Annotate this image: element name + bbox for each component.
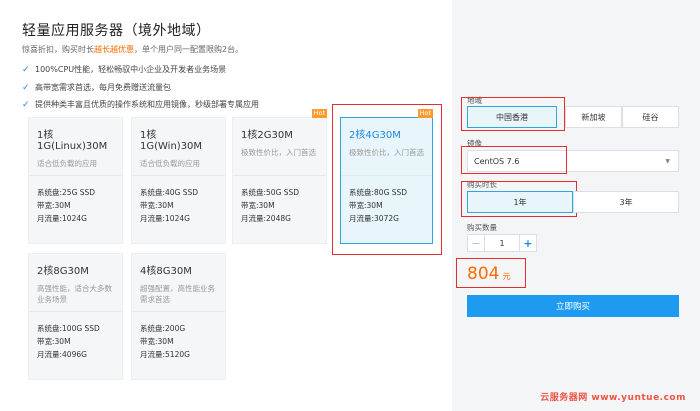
- plan-bandwidth: 带宽:30M: [349, 201, 383, 210]
- promo-text-pre: 惊喜折扣，购买时长: [22, 45, 94, 54]
- region-option-hongkong[interactable]: 中国香港: [467, 106, 557, 128]
- plan-panel: 轻量应用服务器（境外地域） 惊喜折扣，购买时长越长越优惠，单个用户同一配置限购2…: [0, 0, 452, 411]
- chevron-down-icon: ▼: [665, 158, 670, 165]
- page-title: 轻量应用服务器（境外地域）: [22, 23, 211, 39]
- plan-disk: 系统盘:50G SSD: [241, 188, 300, 197]
- promo-highlight: 越长越优惠: [94, 45, 134, 54]
- divider: [341, 175, 432, 176]
- plan-traffic: 月流量:1024G: [140, 214, 190, 223]
- plan-disk: 系统盘:80G SSD: [349, 188, 408, 197]
- duration-option-1y[interactable]: 1年: [467, 191, 573, 213]
- plan-disk: 系统盘:25G SSD: [37, 188, 96, 197]
- quantity-value[interactable]: 1: [485, 234, 519, 252]
- plan-card-1c1g-linux[interactable]: 1核1G(Linux)30M 适合低负载的应用 系统盘:25G SSD 带宽:30M…: [28, 117, 123, 244]
- feature-text: 提供种类丰富且优质的操作系统和应用镜像，秒级部署专属应用: [35, 100, 259, 109]
- plan-card-2c4g[interactable]: Hot 2核4G30M 极致性价比，入门首选 系统盘:80G SSD 带宽:30M 月…: [340, 109, 433, 244]
- promo-subtitle: 惊喜折扣，购买时长越长越优惠，单个用户同一配置限购2台。: [22, 44, 243, 55]
- plan-disk: 系统盘:40G SSD: [140, 188, 199, 197]
- divider: [132, 311, 225, 312]
- buy-now-button[interactable]: 立即购买: [467, 295, 679, 317]
- plan-name: 1核2G30M: [241, 130, 293, 141]
- plan-desc: 适合低负载的应用: [140, 159, 200, 168]
- plan-name: 2核4G30M: [349, 130, 401, 141]
- plan-card-2c8g[interactable]: 2核8G30M 高强性能，适合大多数业务场景 系统盘:100G SSD 带宽:30M…: [28, 253, 123, 380]
- plan-bandwidth: 带宽:30M: [241, 201, 275, 210]
- minus-icon[interactable]: −: [467, 234, 485, 252]
- plan-card-1c2g[interactable]: Hot 1核2G30M 极致性价比，入门首选 系统盘:50G SSD 带宽:30M 月…: [232, 109, 327, 244]
- plan-bandwidth: 带宽:30M: [140, 337, 174, 346]
- plan-name: 1核1G(Linux)30M: [37, 130, 108, 152]
- hot-badge: Hot: [417, 109, 433, 118]
- plan-bandwidth: 带宽:30M: [37, 201, 71, 210]
- plan-desc: 高强性能，适合大多数业务场景: [37, 284, 112, 304]
- plan-desc: 适合低负载的应用: [37, 159, 97, 168]
- price-unit: 元: [502, 272, 511, 281]
- feature-item: ✓ 提供种类丰富且优质的操作系统和应用镜像，秒级部署专属应用: [22, 99, 259, 110]
- feature-text: 100%CPU性能，轻松畅驭中小企业及开发者业务场景: [35, 65, 227, 74]
- plan-traffic: 月流量:2048G: [241, 214, 291, 223]
- divider: [132, 175, 225, 176]
- plan-name: 4核8G30M: [140, 266, 192, 277]
- check-icon: ✓: [22, 82, 30, 93]
- feature-item: ✓ 高带宽需求首选，每月免费赠送流量包: [22, 82, 171, 93]
- plan-disk: 系统盘:100G SSD: [37, 324, 100, 333]
- plan-desc: 超强配置，高性能业务需求首选: [140, 284, 215, 304]
- duration-option-3y[interactable]: 3年: [573, 191, 679, 213]
- page: 轻量应用服务器（境外地域） 惊喜折扣，购买时长越长越优惠，单个用户同一配置限购2…: [0, 0, 700, 411]
- plan-traffic: 月流量:1024G: [37, 214, 87, 223]
- promo-text-post: ，单个用户同一配置限购2台。: [134, 45, 244, 54]
- divider: [29, 175, 122, 176]
- quantity-label: 购买数量: [467, 223, 497, 232]
- divider: [29, 311, 122, 312]
- plan-name: 1核1G(Win)30M: [140, 130, 203, 152]
- check-icon: ✓: [22, 64, 30, 75]
- region-option-singapore[interactable]: 新加坡: [565, 106, 622, 128]
- plan-traffic: 月流量:4096G: [37, 350, 87, 359]
- plan-traffic: 月流量:5120G: [140, 350, 190, 359]
- plus-icon[interactable]: +: [519, 234, 537, 252]
- divider: [233, 175, 326, 176]
- feature-item: ✓ 100%CPU性能，轻松畅驭中小企业及开发者业务场景: [22, 64, 226, 75]
- feature-text: 高带宽需求首选，每月免费赠送流量包: [35, 83, 171, 92]
- price-value: 804: [467, 264, 500, 284]
- plan-name: 2核8G30M: [37, 266, 89, 277]
- plan-bandwidth: 带宽:30M: [37, 337, 71, 346]
- plan-desc: 极致性价比，入门首选: [241, 148, 316, 157]
- watermark: 云服务器网 www.yuntue.com: [540, 393, 686, 403]
- plan-traffic: 月流量:3072G: [349, 214, 399, 223]
- plan-card-4c8g[interactable]: 4核8G30M 超强配置，高性能业务需求首选 系统盘:200G 带宽:30M 月流量:…: [131, 253, 226, 380]
- plan-card-1c1g-win[interactable]: 1核1G(Win)30M 适合低负载的应用 系统盘:40G SSD 带宽:30M 月流…: [131, 117, 226, 244]
- check-icon: ✓: [22, 99, 30, 110]
- quantity-stepper: − 1 +: [467, 234, 537, 252]
- plan-desc: 极致性价比，入门首选: [349, 148, 424, 157]
- plan-bandwidth: 带宽:30M: [140, 201, 174, 210]
- hot-badge: Hot: [311, 109, 327, 118]
- plan-disk: 系统盘:200G: [140, 324, 186, 333]
- image-highlight-box: [461, 146, 567, 174]
- region-option-siliconvalley[interactable]: 硅谷: [622, 106, 679, 128]
- price: 804 元: [467, 264, 510, 284]
